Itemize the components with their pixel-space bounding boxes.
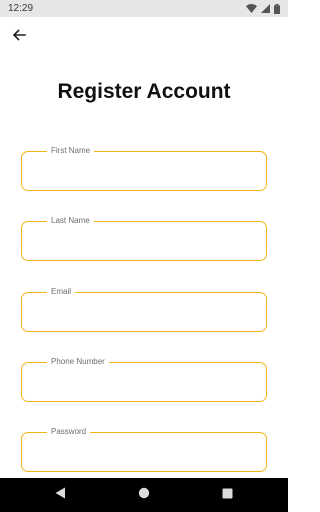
recents-square-icon: [222, 486, 233, 504]
phone-number-label: Phone Number: [47, 356, 109, 368]
password-input[interactable]: [32, 443, 256, 463]
status-bar: 12:29: [0, 0, 288, 17]
nav-recents-button[interactable]: [218, 486, 236, 504]
page-title: Register Account: [57, 80, 231, 103]
back-button[interactable]: [8, 26, 30, 48]
first-name-input[interactable]: [32, 162, 256, 182]
first-name-label: First Name: [47, 145, 95, 157]
nav-back-button[interactable]: [51, 486, 69, 504]
email-field[interactable]: Email: [21, 286, 267, 332]
last-name-field[interactable]: Last Name: [21, 215, 267, 261]
arrow-left-icon: [12, 28, 26, 47]
register-screen: 12:29 Register Account First Name Last N…: [0, 0, 288, 512]
signal-icon: [261, 4, 270, 13]
status-time: 12:29: [8, 3, 34, 14]
password-label: Password: [47, 426, 91, 438]
email-label: Email: [47, 286, 76, 298]
phone-number-field[interactable]: Phone Number: [21, 356, 267, 402]
last-name-label: Last Name: [47, 215, 94, 227]
navigation-bar: [0, 478, 288, 512]
password-field[interactable]: Password: [21, 426, 267, 472]
wifi-icon: [246, 4, 257, 13]
first-name-field[interactable]: First Name: [21, 145, 267, 191]
last-name-input[interactable]: [32, 232, 256, 252]
back-triangle-icon: [55, 486, 66, 504]
battery-icon: [274, 3, 280, 14]
nav-home-button[interactable]: [135, 486, 153, 504]
email-input[interactable]: [32, 303, 256, 323]
home-circle-icon: [138, 486, 150, 504]
phone-number-input[interactable]: [32, 373, 256, 393]
status-icons: [246, 3, 280, 14]
